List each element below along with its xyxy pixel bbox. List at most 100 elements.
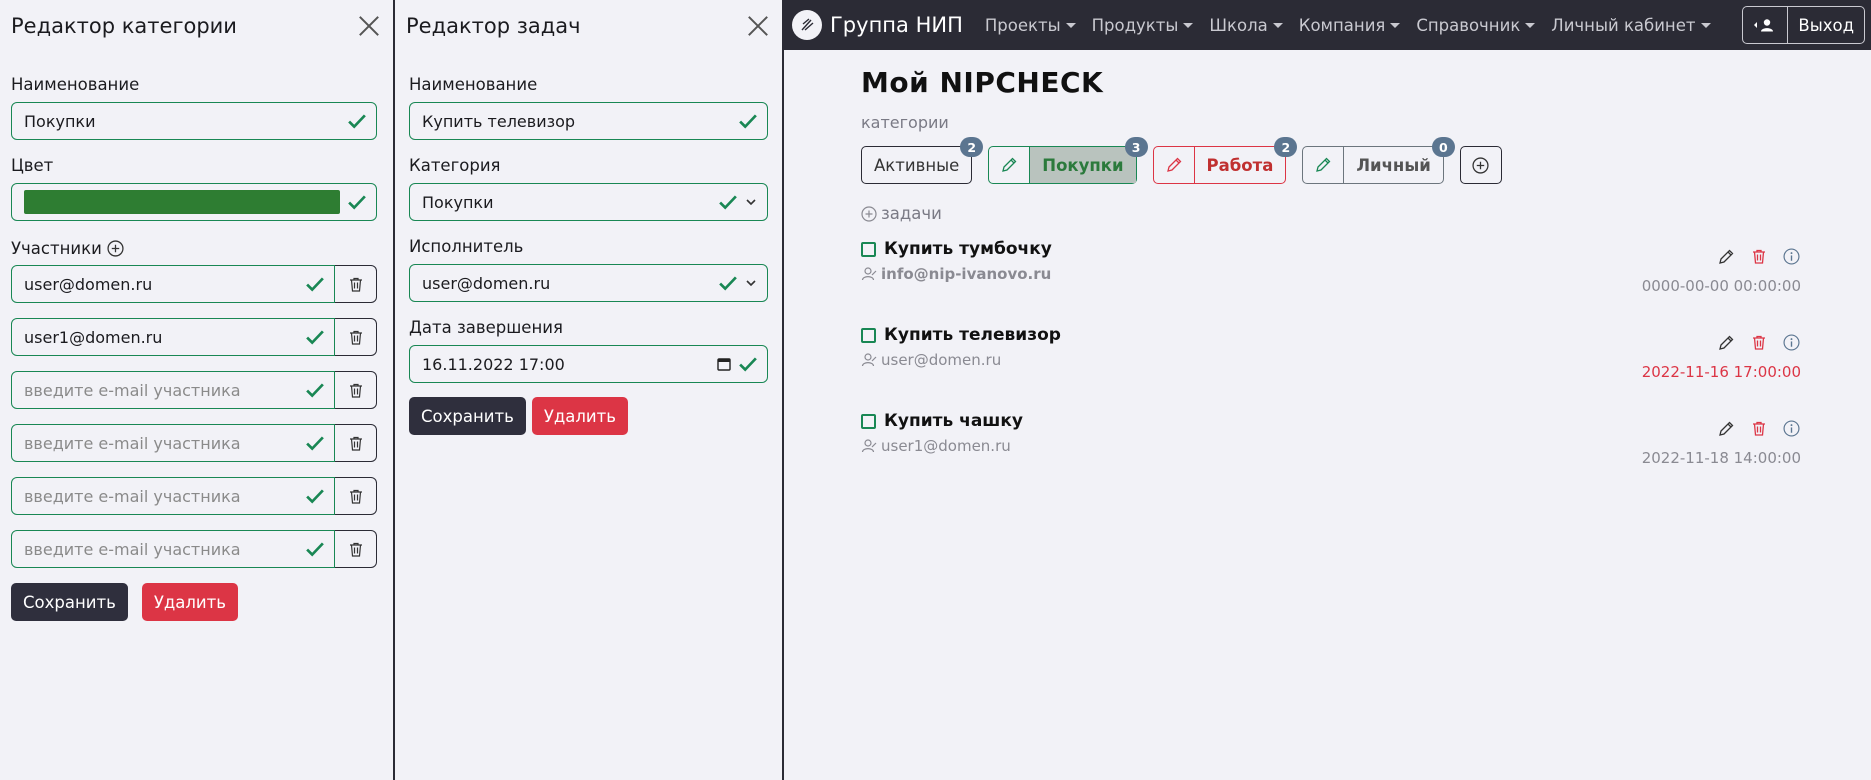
category-active[interactable]: Активные 2 [861,137,984,184]
category-color-input[interactable] [11,183,377,221]
task-category-select[interactable]: Покупки [409,183,768,221]
nav-item-projects[interactable]: Проекты [985,16,1076,35]
remove-participant-button[interactable] [335,371,377,409]
pencil-icon [1316,157,1331,172]
category-label[interactable]: Личный [1344,147,1442,183]
nav-item-label: Школа [1209,15,1268,35]
participant-row: введите e-mail участника [11,530,377,568]
brand-name[interactable]: Группа НИП [830,13,963,37]
edit-task-button[interactable] [1716,247,1735,266]
valid-check-icon [306,489,324,504]
trash-icon [1752,335,1765,350]
task-due-input[interactable]: 16.11.2022 17:00 [409,345,768,383]
page-title: Мой NIPCHECK [861,66,1104,99]
save-category-button[interactable]: Сохранить [11,583,128,621]
caret-down-icon [1065,22,1076,28]
task-checkbox[interactable] [861,241,876,257]
valid-check-icon [306,436,324,451]
edit-task-button[interactable] [1716,419,1735,438]
calendar-icon[interactable] [717,357,731,371]
caret-down-icon [1183,22,1194,28]
nav-item-reference[interactable]: Справочник [1416,16,1536,35]
trash-icon [349,330,362,345]
category-label[interactable]: Работа [1195,147,1286,183]
caret-down-icon [1700,22,1711,28]
edit-category-button[interactable] [989,147,1031,183]
valid-check-icon [306,277,324,292]
close-icon[interactable] [358,15,380,37]
task-due-label: Дата завершения [409,318,563,337]
category-color-label: Цвет [11,156,54,175]
remove-participant-button[interactable] [335,424,377,462]
task-title: Купить телевизор [884,325,1061,345]
caret-down-icon [1390,22,1401,28]
participant-email-input[interactable]: введите e-mail участника [11,424,335,462]
participant-email-input[interactable]: введите e-mail участника [11,530,335,568]
task-editor-header: Редактор задач [395,0,782,52]
plus-circle-icon [861,205,877,222]
task-info-button[interactable] [1782,419,1801,438]
valid-check-icon [306,330,324,345]
category-label: Активные [874,155,960,175]
category-work: Работа 2 [1152,137,1298,184]
logo-icon [801,18,814,31]
close-icon[interactable] [747,15,769,37]
task-date: 2022-11-18 14:00:00 [1641,449,1801,467]
remove-participant-button[interactable] [335,265,377,303]
participant-email-input[interactable]: user@domen.ru [11,265,335,303]
task-list: Купить тумбочку info@nip-ivanovo.ru 0000… [861,239,1801,481]
participant-email-input[interactable]: введите e-mail участника [11,477,335,515]
delete-task-button[interactable] [1749,419,1768,438]
nav-item-school[interactable]: Школа [1209,15,1283,35]
pencil-icon [1718,335,1733,350]
remove-participant-button[interactable] [335,530,377,568]
nav-item-products[interactable]: Продукты [1092,16,1194,35]
task-checkbox[interactable] [861,327,876,343]
user-icon [1754,19,1774,32]
valid-check-icon [719,195,737,210]
category-label[interactable]: Покупки [1030,147,1136,183]
participant-email-input[interactable]: введите e-mail участника [11,371,335,409]
category-editor-header: Редактор категории [0,0,393,52]
nav-item-account[interactable]: Личный кабинет [1551,16,1711,35]
edit-category-button[interactable] [1303,147,1345,183]
save-task-button[interactable]: Сохранить [409,397,526,435]
valid-check-icon [719,276,737,291]
task-checkbox[interactable] [861,413,876,429]
task-due-value: 16.11.2022 17:00 [422,354,565,374]
nav-item-company[interactable]: Компания [1299,16,1401,35]
remove-participant-button[interactable] [335,477,377,515]
task-item: Купить чашку user1@domen.ru 2022-11-18 1… [861,411,1801,481]
edit-task-button[interactable] [1716,333,1735,352]
category-name-input[interactable]: Покупки [11,102,377,140]
valid-check-icon [739,357,757,372]
add-task-link[interactable]: задачи [861,204,1801,223]
add-participant-icon[interactable] [107,240,124,257]
category-editor-panel: Редактор категории Наименование Покупки … [0,0,395,780]
task-name-input[interactable]: Купить телевизор [409,102,768,140]
user-controls: Выход [1742,6,1865,44]
delete-task-button[interactable] [1749,333,1768,352]
trash-icon [349,383,362,398]
trash-icon [349,542,362,557]
delete-category-button[interactable]: Удалить [141,583,238,621]
participant-email-input[interactable]: user1@domen.ru [11,318,335,356]
delete-task-button[interactable] [1749,247,1768,266]
logo[interactable] [792,10,822,40]
remove-participant-button[interactable] [335,318,377,356]
task-user: user@domen.ru [881,351,1002,369]
logout-button[interactable]: Выход [1787,7,1864,43]
participant-row: введите e-mail участника [11,477,377,515]
task-editor-title: Редактор задач [406,14,581,38]
task-info-button[interactable] [1782,247,1801,266]
task-info-button[interactable] [1782,333,1801,352]
task-assignee-select[interactable]: user@domen.ru [409,264,768,302]
delete-task-button[interactable]: Удалить [531,397,628,435]
user-menu-button[interactable] [1743,7,1787,43]
add-category-button[interactable] [1459,146,1502,184]
trash-icon [349,436,362,451]
edit-category-button[interactable] [1154,147,1195,183]
info-icon [1783,248,1800,265]
info-icon [1783,334,1800,351]
nav-item-label: Компания [1298,15,1386,35]
